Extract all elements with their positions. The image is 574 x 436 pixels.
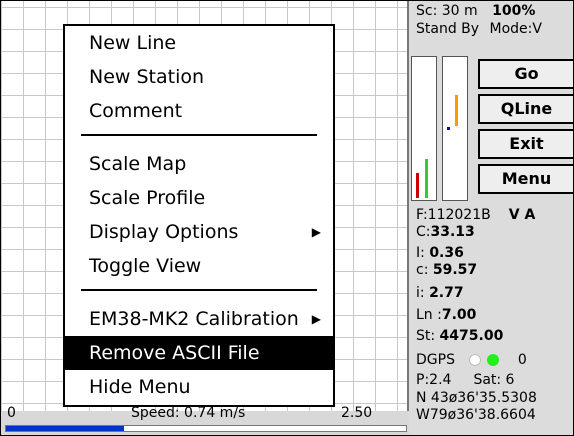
menu-item-new-station[interactable]: New Station [65, 60, 333, 94]
i-upper-readout: I: 0.36 [416, 245, 464, 261]
scale-readout: Sc: 30 m 100% [416, 3, 535, 19]
submenu-arrow-icon: ▶ [311, 312, 321, 326]
dgps-label: DGPS [416, 352, 455, 368]
signal-gauge-left [411, 56, 437, 201]
menu-item-label: Scale Map [89, 153, 187, 175]
mode-readout: Stand By Mode:V [416, 21, 542, 37]
speed-bar: 0 Speed: 0.74 m/s 2.50 [1, 405, 409, 435]
menu-item-label: Comment [89, 100, 183, 122]
menu-item-label: New Station [89, 66, 205, 88]
mode-text: Mode:V [489, 21, 542, 37]
dgps-readout: DGPS 0 [416, 352, 527, 368]
latitude-readout: N 43ø36'35.5308 [416, 390, 537, 406]
menu-item-label: Display Options [89, 221, 239, 243]
qline-button[interactable]: QLine [478, 94, 573, 124]
i-lower-readout: i: 2.77 [416, 285, 464, 301]
va-indicator: V A [508, 207, 536, 223]
ln-label: Ln : [416, 307, 442, 323]
menu-item-label: Scale Profile [89, 187, 206, 209]
exit-button[interactable]: Exit [478, 129, 573, 159]
menu-separator [81, 134, 317, 136]
menu-item-new-line[interactable]: New Line [65, 26, 333, 60]
dgps-count: 0 [517, 352, 527, 368]
ln-value: 7.00 [441, 307, 477, 323]
scale-text: Sc: 30 m [416, 3, 478, 19]
longitude-readout: W79ø36'38.6604 [416, 407, 536, 423]
c-lower-readout: c: 59.57 [416, 262, 477, 278]
menu-item-hide-menu[interactable]: Hide Menu [65, 370, 333, 404]
i-lower-label: i: [416, 285, 425, 301]
speed-progress-bar [5, 425, 407, 432]
menu-item-remove-ascii-file[interactable]: Remove ASCII File [65, 336, 333, 370]
percent-text: 100% [492, 3, 536, 19]
menu-button[interactable]: Menu [478, 164, 573, 194]
menu-item-label: Remove ASCII File [89, 342, 260, 364]
menu-item-display-options[interactable]: Display Options ▶ [65, 215, 333, 249]
c-upper-readout: C:33.13 [416, 224, 475, 240]
i-upper-value: 0.36 [429, 245, 464, 261]
go-button[interactable]: Go [478, 59, 573, 89]
p-value: P:2.4 [416, 372, 452, 388]
c-lower-value: 59.57 [432, 262, 478, 278]
sat-value: Sat: 6 [473, 372, 515, 388]
f-label: F:112021B [416, 207, 491, 223]
st-value: 4475.00 [439, 328, 504, 344]
f-readout: F:112021B V A [416, 207, 535, 223]
menu-item-label: EM38-MK2 Calibration [89, 308, 299, 330]
i-upper-label: I: [416, 245, 425, 261]
menu-item-label: Toggle View [89, 255, 202, 277]
st-label: St: [416, 328, 436, 344]
ln-readout: Ln :7.00 [416, 307, 476, 323]
gauge-bar-blue [447, 127, 450, 130]
menu-item-scale-profile[interactable]: Scale Profile [65, 181, 333, 215]
gauge-bar-red [416, 173, 419, 198]
status-panel: Sc: 30 m 100% Stand By Mode:V Go QLine E… [411, 1, 573, 435]
menu-item-comment[interactable]: Comment [65, 94, 333, 128]
gauge-bar-orange [455, 95, 458, 126]
c-upper-value: 33.13 [430, 224, 475, 240]
speed-progress-fill [6, 426, 125, 431]
i-lower-value: 2.77 [429, 285, 464, 301]
speed-max-label: 2.50 [341, 405, 373, 421]
menu-item-label: New Line [89, 32, 177, 54]
app-window: New Line New Station Comment Scale Map S… [0, 0, 574, 436]
dgps-white-indicator-icon [469, 354, 482, 366]
speed-text: Speed: 0.74 m/s [131, 405, 246, 421]
context-menu: New Line New Station Comment Scale Map S… [63, 24, 335, 407]
dgps-green-indicator-icon [487, 354, 500, 366]
menu-item-toggle-view[interactable]: Toggle View [65, 249, 333, 283]
stand-by-text: Stand By [416, 21, 480, 37]
signal-gauge-right [442, 56, 468, 201]
st-readout: St: 4475.00 [416, 328, 503, 344]
menu-item-scale-map[interactable]: Scale Map [65, 147, 333, 181]
gauge-bar-green [425, 159, 428, 198]
c-upper-label: C: [416, 224, 431, 240]
menu-separator [81, 289, 317, 291]
menu-item-em38-calibration[interactable]: EM38-MK2 Calibration ▶ [65, 302, 333, 336]
menu-item-label: Hide Menu [89, 376, 191, 398]
speed-min-label: 0 [7, 405, 16, 421]
position-quality-readout: P:2.4 Sat: 6 [416, 372, 514, 388]
submenu-arrow-icon: ▶ [311, 225, 321, 239]
c-lower-label: c: [416, 262, 429, 278]
